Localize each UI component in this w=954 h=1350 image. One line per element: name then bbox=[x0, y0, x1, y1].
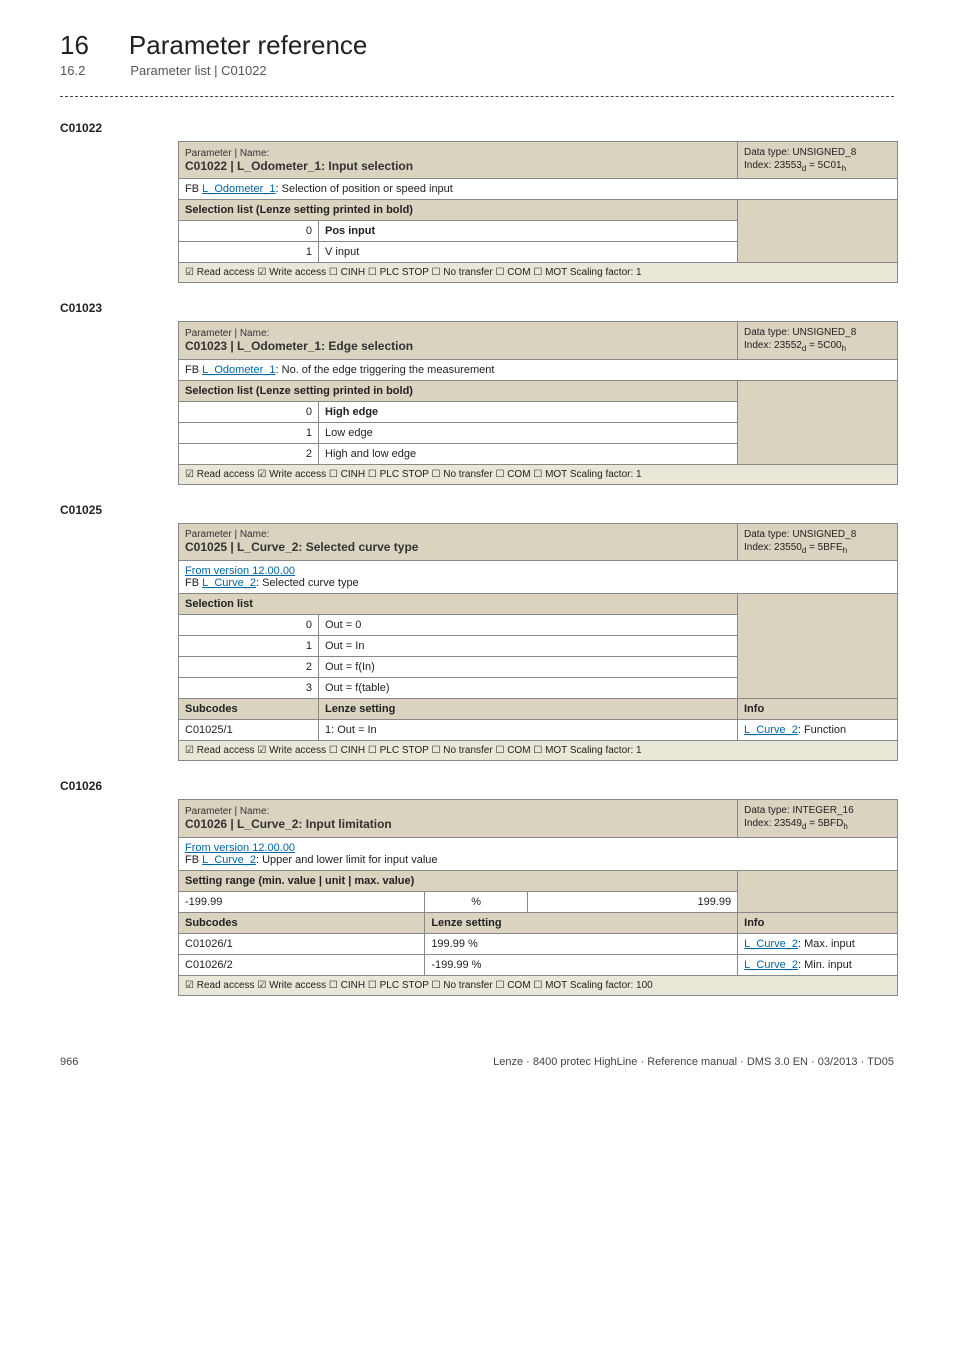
subsection-title: Parameter list | C01022 bbox=[130, 63, 266, 78]
list-text: Out = f(table) bbox=[319, 678, 738, 699]
list-idx: 0 bbox=[179, 401, 319, 422]
list-idx: 1 bbox=[179, 636, 319, 657]
desc-post: : No. of the edge triggering the measure… bbox=[276, 364, 495, 376]
selection-list-header: Selection list bbox=[179, 594, 738, 615]
range-unit: % bbox=[425, 891, 528, 912]
doc-info: Lenze · 8400 protec HighLine · Reference… bbox=[493, 1056, 894, 1068]
subcode-setting: -199.99 % bbox=[425, 954, 738, 975]
param-name-label: Parameter | Name: bbox=[185, 328, 731, 339]
param-name-value: C01023 | L_Odometer_1: Edge selection bbox=[185, 339, 731, 353]
setting-range-header: Setting range (min. value | unit | max. … bbox=[179, 870, 738, 891]
selection-list-header: Selection list (Lenze setting printed in… bbox=[179, 200, 738, 221]
param-name-label: Parameter | Name: bbox=[185, 529, 731, 540]
param-name-value: C01025 | L_Curve_2: Selected curve type bbox=[185, 540, 731, 554]
info-link[interactable]: L_Curve_2 bbox=[744, 938, 798, 950]
table-c01026: Parameter | Name: C01026 | L_Curve_2: In… bbox=[178, 799, 898, 995]
page-number: 966 bbox=[60, 1056, 78, 1068]
list-text: Out = In bbox=[319, 636, 738, 657]
param-name-label: Parameter | Name: bbox=[185, 148, 731, 159]
footer-flags: ☑ Read access ☑ Write access ☐ CINH ☐ PL… bbox=[179, 263, 898, 283]
table-c01025: Parameter | Name: C01025 | L_Curve_2: Se… bbox=[178, 523, 898, 761]
desc-post: : Upper and lower limit for input value bbox=[256, 854, 438, 866]
index: Index: 23549d = 5BFDh bbox=[744, 817, 891, 832]
param-code-c01022: C01022 bbox=[60, 121, 894, 135]
info-header: Info bbox=[738, 912, 898, 933]
chapter-number: 16 bbox=[60, 30, 89, 61]
desc-post: : Selected curve type bbox=[256, 577, 359, 589]
list-idx: 3 bbox=[179, 678, 319, 699]
table-c01022: Parameter | Name: C01022 | L_Odometer_1:… bbox=[178, 141, 898, 283]
list-idx: 2 bbox=[179, 443, 319, 464]
subcode: C01025/1 bbox=[179, 720, 319, 741]
desc-pre: FB bbox=[185, 364, 202, 376]
divider bbox=[60, 96, 894, 97]
range-min: -199.99 bbox=[179, 891, 425, 912]
list-idx: 2 bbox=[179, 657, 319, 678]
desc-link[interactable]: L_Curve_2 bbox=[202, 854, 256, 866]
range-max: 199.99 bbox=[527, 891, 737, 912]
desc-post: : Selection of position or speed input bbox=[276, 183, 453, 195]
desc-link[interactable]: L_Curve_2 bbox=[202, 577, 256, 589]
desc-pre: FB bbox=[185, 577, 202, 589]
list-text: V input bbox=[319, 242, 738, 263]
info-text: : Max. input bbox=[798, 938, 855, 950]
lenze-setting-header: Lenze setting bbox=[425, 912, 738, 933]
list-text: Out = f(In) bbox=[319, 657, 738, 678]
subcodes-header: Subcodes bbox=[179, 699, 319, 720]
selection-list-header: Selection list (Lenze setting printed in… bbox=[179, 380, 738, 401]
list-text: High and low edge bbox=[319, 443, 738, 464]
subcode: C01026/1 bbox=[179, 933, 425, 954]
chapter-title: Parameter reference bbox=[129, 30, 367, 61]
index: Index: 23553d = 5C01h bbox=[744, 159, 891, 174]
list-text: High edge bbox=[319, 401, 738, 422]
list-text: Low edge bbox=[319, 422, 738, 443]
list-text: Out = 0 bbox=[319, 615, 738, 636]
info-header: Info bbox=[738, 699, 898, 720]
param-name-label: Parameter | Name: bbox=[185, 806, 731, 817]
param-name-value: C01022 | L_Odometer_1: Input selection bbox=[185, 159, 731, 173]
subsection-number: 16.2 bbox=[60, 63, 85, 78]
info-text: : Function bbox=[798, 724, 846, 736]
desc-link[interactable]: L_Odometer_1 bbox=[202, 364, 275, 376]
footer-flags: ☑ Read access ☑ Write access ☐ CINH ☐ PL… bbox=[179, 741, 898, 761]
param-code-c01023: C01023 bbox=[60, 301, 894, 315]
list-idx: 1 bbox=[179, 422, 319, 443]
index: Index: 23552d = 5C00h bbox=[744, 339, 891, 354]
subcodes-header: Subcodes bbox=[179, 912, 425, 933]
info-link[interactable]: L_Curve_2 bbox=[744, 724, 798, 736]
subcode-setting: 1: Out = In bbox=[319, 720, 738, 741]
subcode: C01026/2 bbox=[179, 954, 425, 975]
desc-pre: FB bbox=[185, 854, 202, 866]
footer-flags: ☑ Read access ☑ Write access ☐ CINH ☐ PL… bbox=[179, 464, 898, 484]
lenze-setting-header: Lenze setting bbox=[319, 699, 738, 720]
chapter-header: 16 Parameter reference bbox=[60, 30, 894, 61]
subcode-setting: 199.99 % bbox=[425, 933, 738, 954]
page-footer: 966 Lenze · 8400 protec HighLine · Refer… bbox=[60, 1056, 894, 1068]
datatype: Data type: INTEGER_16 bbox=[744, 804, 891, 817]
version-note-link[interactable]: From version 12.00.00 bbox=[185, 842, 295, 854]
index: Index: 23550d = 5BFEh bbox=[744, 541, 891, 556]
table-c01023: Parameter | Name: C01023 | L_Odometer_1:… bbox=[178, 321, 898, 484]
version-note-link[interactable]: From version 12.00.00 bbox=[185, 565, 295, 577]
subsection-header: 16.2 Parameter list | C01022 bbox=[60, 63, 894, 78]
param-name-value: C01026 | L_Curve_2: Input limitation bbox=[185, 817, 731, 831]
datatype: Data type: UNSIGNED_8 bbox=[744, 528, 891, 541]
list-text: Pos input bbox=[319, 221, 738, 242]
desc-pre: FB bbox=[185, 183, 202, 195]
desc-link[interactable]: L_Odometer_1 bbox=[202, 183, 275, 195]
list-idx: 0 bbox=[179, 221, 319, 242]
param-code-c01026: C01026 bbox=[60, 779, 894, 793]
footer-flags: ☑ Read access ☑ Write access ☐ CINH ☐ PL… bbox=[179, 975, 898, 995]
datatype: Data type: UNSIGNED_8 bbox=[744, 326, 891, 339]
list-idx: 1 bbox=[179, 242, 319, 263]
list-idx: 0 bbox=[179, 615, 319, 636]
info-link[interactable]: L_Curve_2 bbox=[744, 959, 798, 971]
param-code-c01025: C01025 bbox=[60, 503, 894, 517]
datatype: Data type: UNSIGNED_8 bbox=[744, 146, 891, 159]
info-text: : Min. input bbox=[798, 959, 852, 971]
